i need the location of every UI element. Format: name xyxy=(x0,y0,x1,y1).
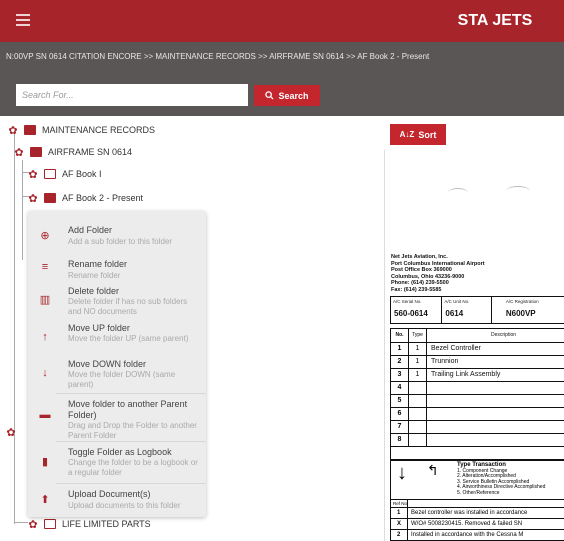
folder-icon xyxy=(24,125,36,135)
top-bar: STA JETS xyxy=(0,0,564,42)
menu-item-move-down[interactable]: ↓ Move DOWN folder Move the folder DOWN … xyxy=(28,355,206,391)
gear-icon[interactable]: ✿ xyxy=(4,426,18,439)
folder-move-icon: ▬ xyxy=(39,409,51,421)
tree-item-maintenance-records[interactable]: ✿ MAINTENANCE RECORDS xyxy=(6,122,155,138)
menu-item-title: Move folder to another Parent Folder) xyxy=(68,399,188,420)
table-row: 5 xyxy=(391,395,564,408)
tree-item-label: AF Book I xyxy=(62,169,102,179)
search-icon xyxy=(265,91,275,100)
menu-item-move-to-parent[interactable]: ▬ Move folder to another Parent Folder) … xyxy=(28,395,206,443)
document-preview[interactable]: Net Jets Aviation, Inc. Port Columbus In… xyxy=(388,156,564,541)
table-header-row: No. Type Description xyxy=(391,329,564,343)
gear-icon[interactable]: ✿ xyxy=(12,146,26,159)
menu-item-title: Upload Document(s) xyxy=(68,489,151,499)
tree-item-label: MAINTENANCE RECORDS xyxy=(42,125,156,135)
sort-button-label: Sort xyxy=(418,129,437,140)
folder-context-menu: ⊕ Add Folder Add a sub folder to this fo… xyxy=(28,211,206,517)
table-row: 8 xyxy=(391,434,564,447)
search-input[interactable]: Search For... xyxy=(16,84,248,106)
gear-icon[interactable]: ✿ xyxy=(6,124,20,137)
book-icon: ▮ xyxy=(41,456,49,468)
menu-item-desc: Move the folder UP (same parent) xyxy=(68,334,189,343)
table-row: 7 xyxy=(391,421,564,434)
tree-item-af-book-1[interactable]: ✿ AF Book I xyxy=(26,166,102,182)
arrow-up-icon: ↑ xyxy=(42,331,48,343)
tree-item-label: AF Book 2 - Present xyxy=(62,193,144,203)
plus-circle-icon: ⊕ xyxy=(40,230,50,242)
menu-item-title: Add Folder xyxy=(68,225,113,235)
upload-icon: ⬆ xyxy=(40,494,50,506)
menu-item-add-folder[interactable]: ⊕ Add Folder Add a sub folder to this fo… xyxy=(28,221,206,253)
table-row: 1 Bezel controller was installed in acco… xyxy=(391,508,564,519)
table-row: 6 xyxy=(391,408,564,421)
menu-item-title: Toggle Folder as Logbook xyxy=(68,447,172,457)
arrow-down-icon: ↓ xyxy=(42,367,48,379)
sort-az-icon: A↓Z xyxy=(399,130,415,139)
table-row: 1 1 Bezel Controller xyxy=(391,343,564,356)
menu-item-title: Move DOWN folder xyxy=(68,359,147,369)
arrow-down-icon: ↓ xyxy=(397,462,407,484)
logbook-icon xyxy=(44,169,56,179)
table-row: X W/O# 5008230415. Removed & failed SN xyxy=(391,519,564,530)
menu-item-move-up[interactable]: ↑ Move UP folder Move the folder UP (sam… xyxy=(28,319,206,355)
menu-item-desc: Move the folder DOWN (same parent) xyxy=(68,370,176,389)
menu-item-upload-documents[interactable]: ⬆ Upload Document(s) Upload documents to… xyxy=(28,487,206,515)
document-transaction-table: No. Type Description 1 1 Bezel Controller … xyxy=(390,328,564,460)
table-row: 2 Installed in accordance with the Cessn… xyxy=(397,532,524,538)
document-transaction-legend: ↓ ↰ Type Transaction 1. Component Change… xyxy=(390,460,564,541)
hamburger-icon[interactable] xyxy=(16,14,32,26)
menu-item-title: Delete folder xyxy=(68,286,120,296)
breadcrumb-bar: N:00VP SN 0614 CITATION ENCORE >> MAINTE… xyxy=(0,42,564,76)
gear-icon[interactable]: ✿ xyxy=(26,192,40,205)
gear-icon[interactable]: ✿ xyxy=(26,168,40,181)
document-aircraft-header: A/C Serial No. 560-0614 A/C Unit No. 061… xyxy=(390,296,564,324)
gear-icon[interactable]: ✿ xyxy=(26,518,40,531)
tree-item-life-limited-parts[interactable]: ✿ LIFE LIMITED PARTS xyxy=(26,516,151,532)
type-transaction-legend: Type Transaction 1. Component Change 2. … xyxy=(457,462,546,496)
app-title: STA JETS xyxy=(457,12,533,29)
menu-item-desc: Add a sub folder to this folder xyxy=(68,237,173,246)
tree-item-label: LIFE LIMITED PARTS xyxy=(62,519,151,529)
menu-item-desc: Drag and Drop the Folder to another Pare… xyxy=(68,421,197,440)
menu-item-rename-folder[interactable]: ≡ Rename folder Rename folder xyxy=(28,253,206,285)
menu-item-desc: Delete folder if has no sub folders and … xyxy=(68,297,188,316)
table-row: 4 xyxy=(391,382,564,395)
menu-item-desc: Upload documents to this folder xyxy=(68,501,181,510)
document-address: Net Jets Aviation, Inc. Port Columbus In… xyxy=(391,254,485,293)
breadcrumb[interactable]: N:00VP SN 0614 CITATION ENCORE >> MAINTE… xyxy=(6,52,429,61)
table-row: Ref No. xyxy=(391,499,564,508)
folder-icon xyxy=(30,147,42,157)
search-button-label: Search xyxy=(278,90,309,101)
reference-rows: Ref No. 1 Bezel controller was installed… xyxy=(391,499,564,541)
rename-icon: ≡ xyxy=(41,261,49,273)
tree-gear-collapsed[interactable]: ✿ xyxy=(4,424,18,440)
menu-item-delete-folder[interactable]: ▥ Delete folder Delete folder if has no … xyxy=(28,283,206,319)
menu-item-toggle-logbook[interactable]: ▮ Toggle Folder as Logbook Change the fo… xyxy=(28,443,206,483)
folder-icon xyxy=(44,519,56,529)
arrow-turn-icon: ↰ xyxy=(427,462,439,478)
search-bar: Search For... Search xyxy=(0,76,564,116)
table-row: 2 1 Trunnion xyxy=(391,356,564,369)
logbook-icon xyxy=(44,193,56,203)
tree-item-airframe[interactable]: ✿ AIRFRAME SN 0614 xyxy=(12,144,132,160)
menu-item-desc: Rename folder xyxy=(68,271,121,280)
search-button[interactable]: Search xyxy=(254,85,320,106)
tree-item-af-book-2[interactable]: ✿ AF Book 2 - Present xyxy=(26,190,143,206)
tree-item-label: AIRFRAME SN 0614 xyxy=(48,147,133,157)
menu-item-title: Move UP folder xyxy=(68,323,130,333)
trash-icon: ▥ xyxy=(39,294,51,306)
sort-button[interactable]: A↓Z Sort xyxy=(390,124,446,145)
menu-item-desc: Change the folder to be a logbook or a r… xyxy=(68,458,198,477)
table-row: 3 1 Trailing Link Assembly xyxy=(391,369,564,382)
menu-item-title: Rename folder xyxy=(68,259,128,269)
